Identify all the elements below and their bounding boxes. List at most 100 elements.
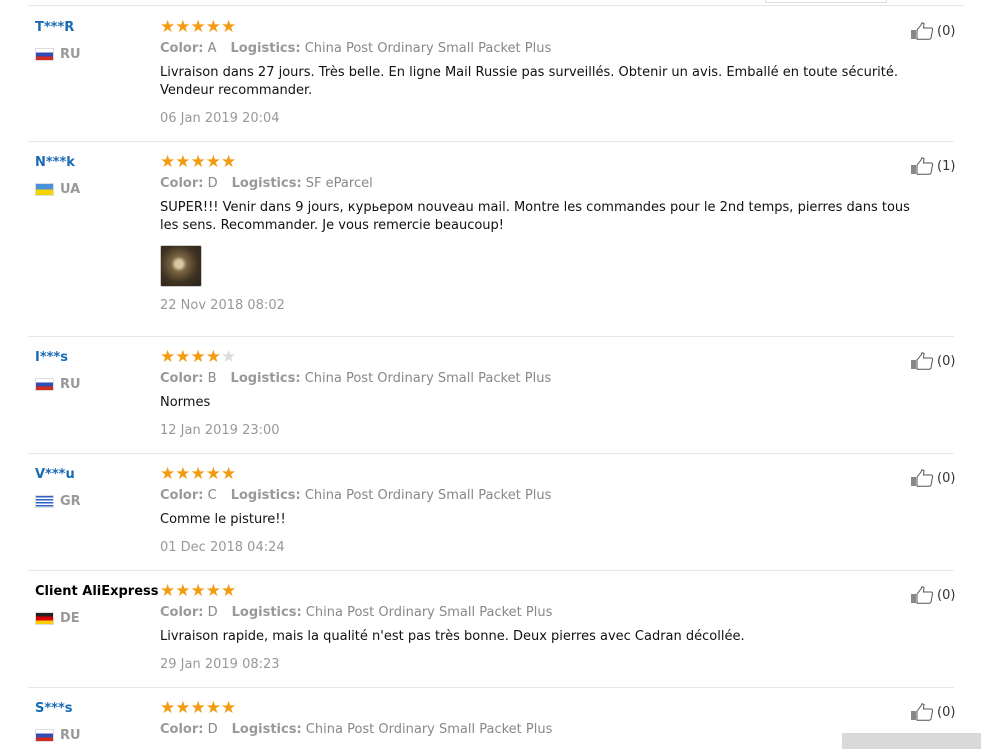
logistics-label: Logistics: <box>231 176 302 191</box>
review-text: SUPER!!! Venir dans 9 jours, курьером no… <box>160 200 910 233</box>
review-text: Livraison rapide, mais la qualité n'est … <box>160 629 745 644</box>
reviewer-name[interactable]: S***s <box>35 701 73 716</box>
color-value: D <box>207 176 218 191</box>
review-meta: Color: A Logistics: China Post Ordinary S… <box>160 40 920 57</box>
color-value: D <box>207 722 218 737</box>
review-content: ★★★★★ Color: D Logistics: China Post Ordi… <box>160 582 920 673</box>
flag-de-icon <box>35 612 54 625</box>
like-count: (1) <box>937 158 956 174</box>
reviewer-name[interactable]: V***u <box>35 467 75 482</box>
review-date: 06 Jan 2019 20:04 <box>160 111 280 126</box>
color-value: D <box>207 605 218 620</box>
country-code: RU <box>60 47 81 62</box>
logistics-value: SF eParcel <box>305 176 373 191</box>
country-code: UA <box>60 182 81 197</box>
flag-ru-icon <box>35 48 54 61</box>
country-code: RU <box>60 377 81 392</box>
review-date: 12 Jan 2019 23:00 <box>160 423 280 438</box>
rating-stars: ★★★★★ <box>160 581 237 601</box>
reviewer-country: DE <box>35 611 80 626</box>
review-text: Normes <box>160 395 211 410</box>
review-date: 01 Dec 2018 04:24 <box>160 540 285 555</box>
thumbs-up-icon <box>911 586 934 604</box>
logistics-label: Logistics: <box>230 41 301 56</box>
sort-select-edge[interactable] <box>765 0 887 3</box>
thumbs-up-icon <box>911 469 934 487</box>
review-content: ★★★★★ Color: B Logistics: China Post Ordi… <box>160 348 920 439</box>
like-count: (0) <box>937 23 956 39</box>
like-button[interactable]: (0) <box>910 469 955 487</box>
color-value: B <box>207 371 217 386</box>
review-item: N***k UA ★★★★★ Color: D Logistics: SF ePa… <box>28 141 955 337</box>
like-button[interactable]: (0) <box>910 586 955 604</box>
logistics-value: China Post Ordinary Small Packet Plus <box>305 722 553 737</box>
thumbs-up-icon <box>911 352 934 370</box>
country-code: GR <box>60 494 81 509</box>
review-text: Livraison dans 27 jours. Très belle. En … <box>160 65 899 98</box>
reviewer-country: GR <box>35 494 81 509</box>
review-item: S***s RU ★★★★★ Color: D Logistics: China … <box>28 687 955 749</box>
flag-ua-icon <box>35 183 54 196</box>
review-photo-thumbnail[interactable] <box>160 245 202 287</box>
logistics-value: China Post Ordinary Small Packet Plus <box>304 488 552 503</box>
logistics-label: Logistics: <box>230 371 301 386</box>
reviewer-name: Client AliExpress <box>35 584 159 599</box>
reviewer-country: RU <box>35 728 81 743</box>
rating-stars: ★★★★★ <box>160 347 237 367</box>
reviewer-country: RU <box>35 47 81 62</box>
logistics-value: China Post Ordinary Small Packet Plus <box>304 371 552 386</box>
like-count: (0) <box>937 587 956 603</box>
flag-ru-icon <box>35 729 54 742</box>
review-date: 22 Nov 2018 08:02 <box>160 298 285 313</box>
flag-ru-icon <box>35 378 54 391</box>
logistics-label: Logistics: <box>231 722 302 737</box>
like-button[interactable]: (0) <box>910 352 955 370</box>
like-count: (0) <box>937 704 956 720</box>
like-button[interactable]: (0) <box>910 22 955 40</box>
reviewer-country: RU <box>35 377 81 392</box>
review-meta: Color: B Logistics: China Post Ordinary S… <box>160 370 920 387</box>
review-date: 29 Jan 2019 08:23 <box>160 657 280 672</box>
color-label: Color: <box>160 605 204 620</box>
reviewer-name[interactable]: T***R <box>35 20 74 35</box>
logistics-value: China Post Ordinary Small Packet Plus <box>304 41 552 56</box>
review-content: ★★★★★ Color: D Logistics: China Post Ordi… <box>160 699 920 738</box>
thumbs-up-icon <box>911 157 934 175</box>
country-code: DE <box>60 611 80 626</box>
review-content: ★★★★★ Color: A Logistics: China Post Ordi… <box>160 18 920 127</box>
rating-stars: ★★★★★ <box>160 152 237 172</box>
rating-stars: ★★★★★ <box>160 698 237 718</box>
review-meta: Color: D Logistics: SF eParcel <box>160 175 920 192</box>
review-meta: Color: C Logistics: China Post Ordinary S… <box>160 487 920 504</box>
rating-stars: ★★★★★ <box>160 17 237 37</box>
review-item: T***R RU ★★★★★ Color: A Logistics: China … <box>28 6 955 142</box>
review-item: Client AliExpress DE ★★★★★ Color: D Logis… <box>28 570 955 688</box>
color-label: Color: <box>160 41 204 56</box>
review-content: ★★★★★ Color: C Logistics: China Post Ordi… <box>160 465 920 556</box>
logistics-value: China Post Ordinary Small Packet Plus <box>305 605 553 620</box>
thumbs-up-icon <box>911 22 934 40</box>
country-code: RU <box>60 728 81 743</box>
review-meta: Color: D Logistics: China Post Ordinary S… <box>160 604 920 621</box>
color-label: Color: <box>160 488 204 503</box>
reviewer-name[interactable]: I***s <box>35 350 68 365</box>
reviewer-country: UA <box>35 182 80 197</box>
color-label: Color: <box>160 371 204 386</box>
review-content: ★★★★★ Color: D Logistics: SF eParcel SUPE… <box>160 153 920 314</box>
color-label: Color: <box>160 176 204 191</box>
like-button[interactable]: (0) <box>910 703 955 721</box>
logistics-label: Logistics: <box>230 488 301 503</box>
feedback-tab-edge[interactable] <box>842 733 981 749</box>
color-value: A <box>207 41 217 56</box>
flag-gr-icon <box>35 495 54 508</box>
rating-stars: ★★★★★ <box>160 464 237 484</box>
review-item: I***s RU ★★★★★ Color: B Logistics: China … <box>28 336 955 454</box>
review-text: Comme le pisture!! <box>160 512 286 527</box>
reviewer-name[interactable]: N***k <box>35 155 75 170</box>
like-count: (0) <box>937 353 956 369</box>
review-meta: Color: D Logistics: China Post Ordinary S… <box>160 721 920 738</box>
color-label: Color: <box>160 722 204 737</box>
like-button[interactable]: (1) <box>910 157 955 175</box>
review-item: V***u GR ★★★★★ Color: C Logistics: China … <box>28 453 955 571</box>
color-value: C <box>207 488 217 503</box>
